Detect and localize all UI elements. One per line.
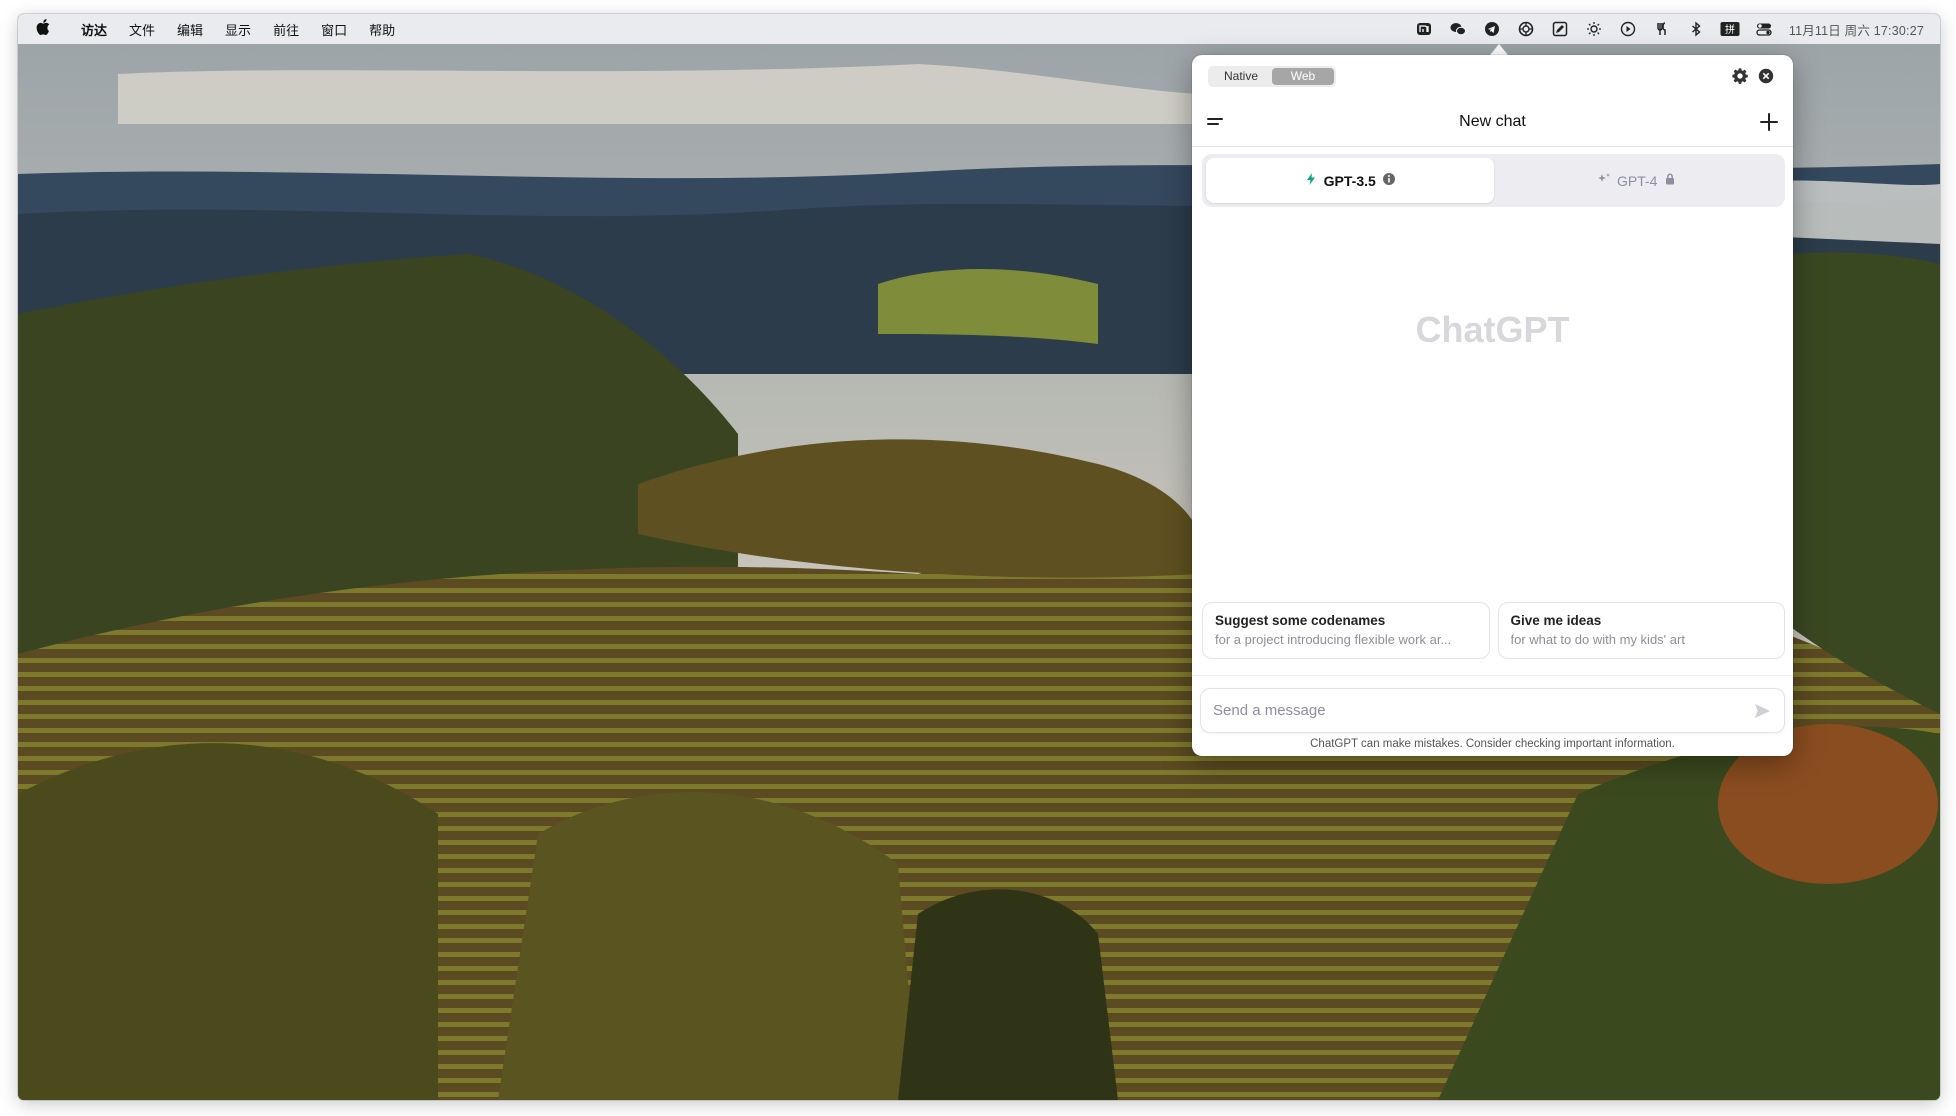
wechat-icon[interactable] [1441, 14, 1475, 44]
suggestion-subtitle: for what to do with my kids' art [1510, 632, 1685, 647]
model-gpt35-label: GPT-3.5 [1323, 172, 1376, 189]
suggestion-title: Give me ideas [1510, 613, 1602, 628]
menu-finder[interactable]: 访达 [70, 20, 118, 39]
chat-title: New chat [1459, 113, 1526, 130]
menu-edit[interactable]: 编辑 [166, 20, 214, 39]
close-icon[interactable] [1755, 65, 1777, 87]
suggestions: Suggest some codenames for a project int… [1202, 602, 1785, 659]
brightness-icon[interactable] [1577, 14, 1611, 44]
new-chat-icon[interactable] [1757, 110, 1781, 134]
model-gpt35-button[interactable]: GPT-3.5 [1206, 158, 1494, 203]
suggestion-card[interactable]: Give me ideas for what to do with my kid… [1497, 602, 1785, 659]
mode-tab-native[interactable]: Native [1210, 68, 1272, 85]
mi-icon[interactable] [1407, 14, 1441, 44]
model-gpt4-label: GPT-4 [1617, 172, 1658, 189]
bluetooth-icon[interactable] [1679, 14, 1713, 44]
model-switch: GPT-3.5 GPT-4 [1202, 154, 1785, 207]
sparkle-icon [1597, 172, 1611, 189]
bolt-icon [1304, 172, 1318, 189]
play-icon[interactable] [1611, 14, 1645, 44]
message-input[interactable] [1213, 689, 1733, 732]
mode-toggle: Native Web [1208, 66, 1336, 87]
menu-bar: 访达 文件 编辑 显示 前往 窗口 帮助 拼 11月11日 周六 17:30:2… [18, 14, 1940, 44]
suggestion-title: Suggest some codenames [1215, 613, 1386, 628]
chatgpt-icon[interactable] [1509, 14, 1543, 44]
settings-icon[interactable] [1729, 65, 1751, 87]
message-composer [1200, 688, 1785, 733]
input-method-icon[interactable]: 拼 [1713, 14, 1747, 44]
divider [1192, 675, 1793, 676]
mode-tab-web[interactable]: Web [1272, 68, 1334, 85]
menu-window[interactable]: 窗口 [310, 20, 358, 39]
menu-go[interactable]: 前往 [262, 20, 310, 39]
control-center-icon[interactable] [1747, 14, 1781, 44]
disclaimer: ChatGPT can make mistakes. Consider chec… [1310, 738, 1675, 750]
chat-header: New chat [1192, 99, 1793, 147]
edit-icon[interactable] [1543, 14, 1577, 44]
model-gpt4-button[interactable]: GPT-4 [1494, 158, 1782, 203]
apple-icon[interactable] [36, 19, 70, 39]
chatgpt-popover: Native Web New chat GPT-3.5 GPT-4 ChatGP… [1192, 55, 1793, 756]
fork-icon[interactable] [1645, 14, 1679, 44]
popover-arrow [1490, 44, 1508, 55]
telegram-icon[interactable] [1475, 14, 1509, 44]
lock-icon [1663, 172, 1677, 189]
suggestion-card[interactable]: Suggest some codenames for a project int… [1202, 602, 1490, 659]
suggestion-subtitle: for a project introducing flexible work … [1215, 632, 1452, 647]
info-icon[interactable] [1382, 172, 1396, 189]
menu-bar-clock[interactable]: 11月11日 周六 17:30:27 [1789, 20, 1924, 39]
desktop-screen: 访达 文件 编辑 显示 前往 窗口 帮助 拼 11月11日 周六 17:30:2… [18, 14, 1940, 1100]
menu-help[interactable]: 帮助 [358, 20, 406, 39]
input-method-label: 拼 [1725, 23, 1735, 36]
send-icon[interactable] [1752, 701, 1772, 721]
menu-view[interactable]: 显示 [214, 20, 262, 39]
chatgpt-brand: ChatGPT [1415, 309, 1570, 350]
menu-file[interactable]: 文件 [118, 20, 166, 39]
